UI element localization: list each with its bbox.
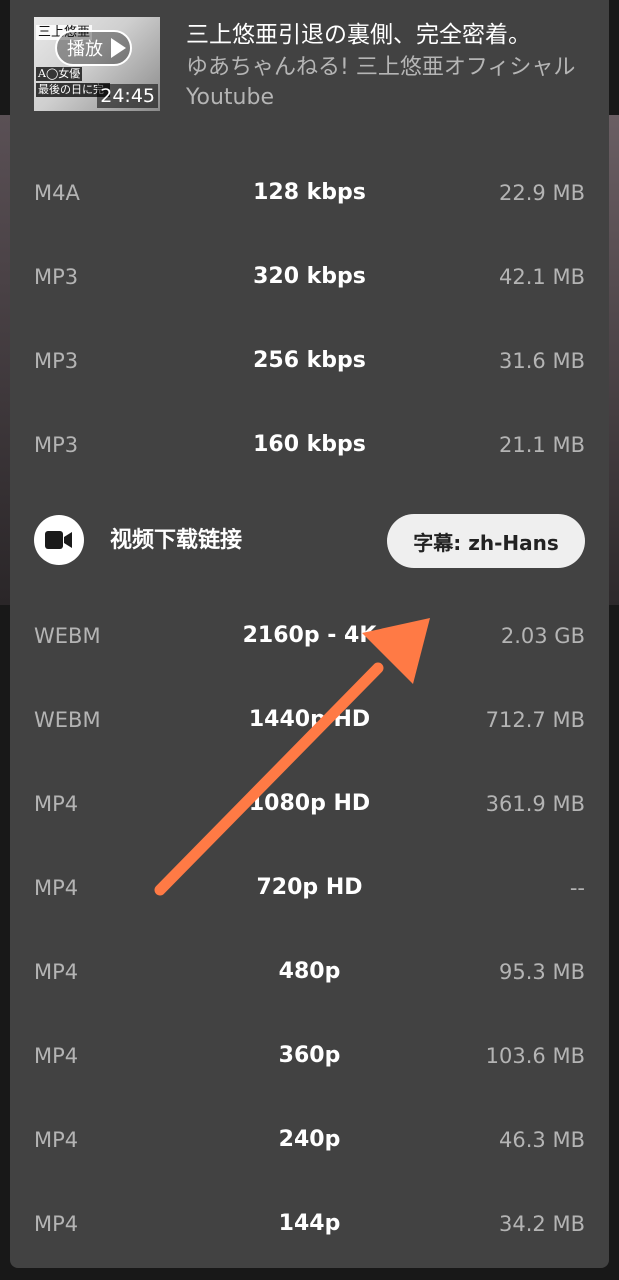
thumbnail-caption-line2: A◯女優 bbox=[36, 67, 83, 81]
video-options-list: WEBM 2160p - 4K 2.03 GB WEBM 1440p HD 71… bbox=[10, 594, 609, 1266]
download-option-row[interactable]: MP4 1080p HD 361.9 MB bbox=[10, 762, 609, 846]
download-option-row[interactable]: WEBM 2160p - 4K 2.03 GB bbox=[10, 594, 609, 678]
download-options-sheet: 三上悠亜 A◯女優 最後の日に完 播放 24:45 三上悠亜引退の裏側、完全密着… bbox=[10, 0, 609, 1268]
download-option-row[interactable]: MP3 256 kbps 31.6 MB bbox=[10, 319, 609, 403]
file-size: 21.1 MB bbox=[499, 433, 585, 457]
download-option-row[interactable]: M4A 128 kbps 22.9 MB bbox=[10, 151, 609, 235]
video-duration: 24:45 bbox=[97, 84, 158, 108]
play-icon bbox=[111, 38, 126, 58]
file-size: 42.1 MB bbox=[499, 265, 585, 289]
play-button[interactable]: 播放 bbox=[55, 30, 132, 66]
video-camera-icon bbox=[34, 515, 84, 565]
video-title: 三上悠亜引退の裏側、完全密着。 bbox=[186, 22, 531, 48]
background-thumbnail-left bbox=[0, 115, 10, 605]
download-option-row[interactable]: MP3 160 kbps 21.1 MB bbox=[10, 403, 609, 487]
download-option-row[interactable]: MP3 320 kbps 42.1 MB bbox=[10, 235, 609, 319]
download-option-row[interactable]: MP4 480p 95.3 MB bbox=[10, 930, 609, 1014]
file-size: 2.03 GB bbox=[500, 624, 585, 648]
video-thumbnail[interactable]: 三上悠亜 A◯女優 最後の日に完 播放 24:45 bbox=[34, 17, 160, 111]
play-label: 播放 bbox=[67, 39, 103, 60]
channel-name: ゆあちゃんねる! 三上悠亜オフィシャルYoutube bbox=[186, 55, 576, 110]
file-size: -- bbox=[569, 876, 585, 900]
background-thumbnail-right bbox=[609, 115, 619, 605]
file-size: 34.2 MB bbox=[499, 1212, 585, 1236]
download-option-row[interactable]: MP4 240p 46.3 MB bbox=[10, 1098, 609, 1182]
video-header: 三上悠亜 A◯女優 最後の日に完 播放 24:45 三上悠亜引退の裏側、完全密着… bbox=[10, 0, 609, 130]
video-download-section-header: 视频下载链接 字幕: zh-Hans bbox=[10, 498, 609, 584]
audio-options-list: M4A 128 kbps 22.9 MB MP3 320 kbps 42.1 M… bbox=[10, 151, 609, 487]
file-size: 95.3 MB bbox=[499, 960, 585, 984]
file-size: 712.7 MB bbox=[485, 708, 585, 732]
file-size: 31.6 MB bbox=[499, 349, 585, 373]
download-option-row[interactable]: MP4 360p 103.6 MB bbox=[10, 1014, 609, 1098]
file-size: 46.3 MB bbox=[499, 1128, 585, 1152]
file-size: 103.6 MB bbox=[485, 1044, 585, 1068]
download-option-row[interactable]: WEBM 1440p HD 712.7 MB bbox=[10, 678, 609, 762]
subtitles-button[interactable]: 字幕: zh-Hans bbox=[387, 514, 585, 568]
file-size: 361.9 MB bbox=[485, 792, 585, 816]
file-size: 22.9 MB bbox=[499, 181, 585, 205]
quality-label: 720p HD bbox=[256, 875, 363, 900]
download-option-row[interactable]: MP4 720p HD -- bbox=[10, 846, 609, 930]
video-download-links-title: 视频下载链接 bbox=[110, 528, 243, 553]
download-option-row[interactable]: MP4 144p 34.2 MB bbox=[10, 1182, 609, 1266]
